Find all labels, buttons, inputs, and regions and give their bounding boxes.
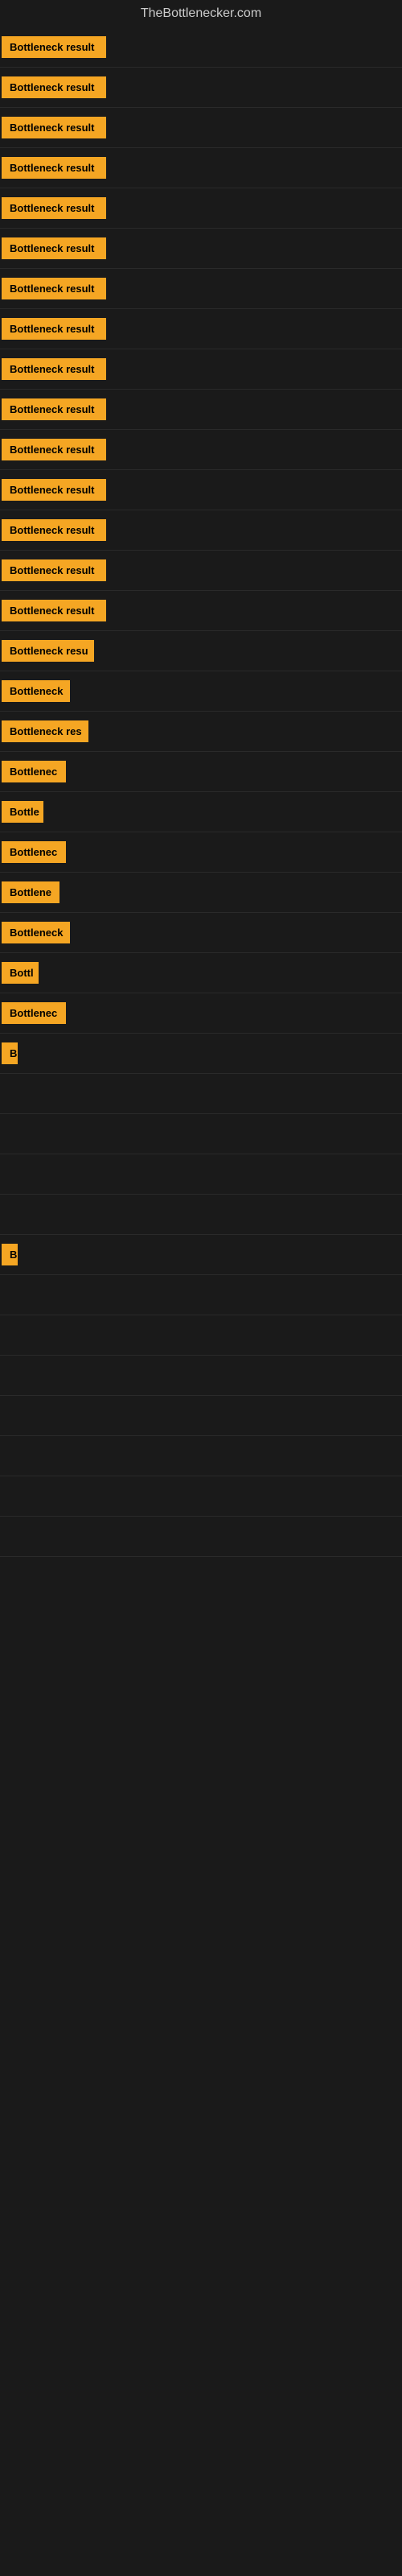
- bottleneck-row-33: [0, 1315, 402, 1356]
- bottleneck-bar-12[interactable]: Bottleneck result: [2, 479, 106, 501]
- bottleneck-row-28: [0, 1114, 402, 1154]
- bottleneck-bar-13[interactable]: Bottleneck result: [2, 519, 106, 541]
- bottleneck-row-24: Bottl: [0, 953, 402, 993]
- bottleneck-bar-15[interactable]: Bottleneck result: [2, 600, 106, 621]
- bottleneck-row-37: [0, 1476, 402, 1517]
- bottleneck-row-4: Bottleneck result: [0, 148, 402, 188]
- site-title-text: TheBottlenecker.com: [141, 6, 261, 20]
- bottleneck-bar-11[interactable]: Bottleneck result: [2, 439, 106, 460]
- bottleneck-bar-9[interactable]: Bottleneck result: [2, 358, 106, 380]
- bottleneck-bar-17[interactable]: Bottleneck: [2, 680, 70, 702]
- bottleneck-row-14: Bottleneck result: [0, 551, 402, 591]
- bottleneck-bar-21[interactable]: Bottlenec: [2, 841, 66, 863]
- bottleneck-row-18: Bottleneck res: [0, 712, 402, 752]
- bottleneck-row-10: Bottleneck result: [0, 390, 402, 430]
- bottleneck-bar-7[interactable]: Bottleneck result: [2, 278, 106, 299]
- bottleneck-bar-3[interactable]: Bottleneck result: [2, 117, 106, 138]
- bottleneck-row-17: Bottleneck: [0, 671, 402, 712]
- bottleneck-bar-20[interactable]: Bottle: [2, 801, 43, 823]
- bottleneck-bar-25[interactable]: Bottlenec: [2, 1002, 66, 1024]
- bottleneck-bar-18[interactable]: Bottleneck res: [2, 720, 88, 742]
- bottleneck-row-32: [0, 1275, 402, 1315]
- bottleneck-row-2: Bottleneck result: [0, 68, 402, 108]
- bottleneck-bar-19[interactable]: Bottlenec: [2, 761, 66, 782]
- bottleneck-bar-26[interactable]: B: [2, 1042, 18, 1064]
- bottleneck-row-38: [0, 1517, 402, 1557]
- bottleneck-row-35: [0, 1396, 402, 1436]
- bottleneck-row-11: Bottleneck result: [0, 430, 402, 470]
- bottleneck-row-27: [0, 1074, 402, 1114]
- bottleneck-row-16: Bottleneck resu: [0, 631, 402, 671]
- bottleneck-row-5: Bottleneck result: [0, 188, 402, 229]
- bottleneck-bar-31[interactable]: B: [2, 1244, 18, 1265]
- bottleneck-row-30: [0, 1195, 402, 1235]
- bottleneck-bar-24[interactable]: Bottl: [2, 962, 39, 984]
- bottleneck-row-21: Bottlenec: [0, 832, 402, 873]
- bottleneck-bar-4[interactable]: Bottleneck result: [2, 157, 106, 179]
- bottleneck-bar-10[interactable]: Bottleneck result: [2, 398, 106, 420]
- bottleneck-bar-1[interactable]: Bottleneck result: [2, 36, 106, 58]
- bottleneck-bar-22[interactable]: Bottlene: [2, 881, 59, 903]
- bottleneck-bar-16[interactable]: Bottleneck resu: [2, 640, 94, 662]
- bottleneck-row-31: B: [0, 1235, 402, 1275]
- bottleneck-row-8: Bottleneck result: [0, 309, 402, 349]
- site-title: TheBottlenecker.com: [0, 0, 402, 27]
- bottleneck-row-23: Bottleneck: [0, 913, 402, 953]
- bottleneck-row-1: Bottleneck result: [0, 27, 402, 68]
- bottleneck-bar-5[interactable]: Bottleneck result: [2, 197, 106, 219]
- bottleneck-row-3: Bottleneck result: [0, 108, 402, 148]
- bottleneck-row-15: Bottleneck result: [0, 591, 402, 631]
- bottleneck-row-12: Bottleneck result: [0, 470, 402, 510]
- bottleneck-row-19: Bottlenec: [0, 752, 402, 792]
- bottleneck-row-36: [0, 1436, 402, 1476]
- bottleneck-row-34: [0, 1356, 402, 1396]
- bottleneck-row-25: Bottlenec: [0, 993, 402, 1034]
- bottleneck-bar-14[interactable]: Bottleneck result: [2, 559, 106, 581]
- bottleneck-row-6: Bottleneck result: [0, 229, 402, 269]
- bottleneck-row-22: Bottlene: [0, 873, 402, 913]
- bottleneck-bar-8[interactable]: Bottleneck result: [2, 318, 106, 340]
- bottleneck-row-20: Bottle: [0, 792, 402, 832]
- bottleneck-row-9: Bottleneck result: [0, 349, 402, 390]
- bottleneck-row-7: Bottleneck result: [0, 269, 402, 309]
- bottleneck-row-29: [0, 1154, 402, 1195]
- bottleneck-bar-23[interactable]: Bottleneck: [2, 922, 70, 943]
- bottleneck-bar-2[interactable]: Bottleneck result: [2, 76, 106, 98]
- bottleneck-row-13: Bottleneck result: [0, 510, 402, 551]
- bottleneck-row-26: B: [0, 1034, 402, 1074]
- bottleneck-bar-6[interactable]: Bottleneck result: [2, 237, 106, 259]
